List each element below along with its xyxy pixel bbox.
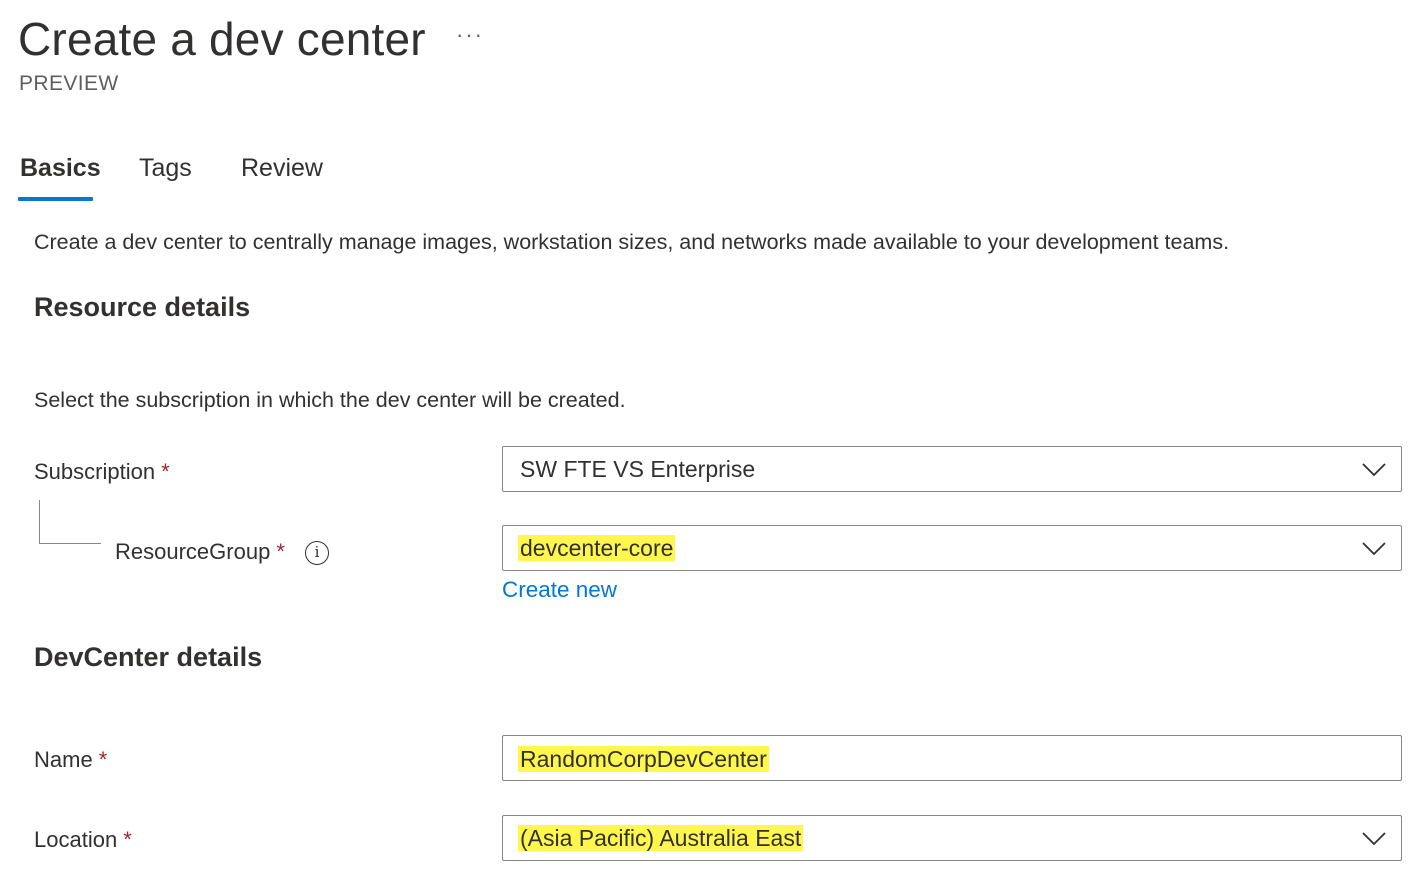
location-value-text: (Asia Pacific) Australia East [518, 825, 804, 851]
subscription-value: SW FTE VS Enterprise [520, 456, 756, 482]
required-asterisk: * [161, 459, 170, 484]
required-asterisk: * [123, 827, 132, 852]
resource-group-label: ResourceGroup * [115, 537, 285, 567]
subscription-label: Subscription * [34, 457, 170, 487]
location-label-text: Location [34, 827, 118, 852]
name-value: RandomCorpDevCenter [518, 743, 769, 775]
location-dropdown[interactable]: (Asia Pacific) Australia East [502, 815, 1402, 861]
subscription-label-text: Subscription [34, 459, 156, 484]
location-value: (Asia Pacific) Australia East [518, 822, 804, 854]
resource-details-heading: Resource details [34, 292, 251, 322]
devcenter-details-heading: DevCenter details [34, 642, 263, 672]
name-label: Name * [34, 745, 107, 775]
resource-group-value: devcenter-core [518, 532, 676, 564]
resource-group-value-text: devcenter-core [518, 535, 676, 561]
tab-review[interactable]: Review [241, 150, 323, 200]
chevron-down-icon [1362, 463, 1386, 477]
page-title: Create a dev center [18, 13, 426, 65]
tab-review-label: Review [241, 154, 323, 182]
location-label: Location * [34, 825, 132, 855]
name-input[interactable]: RandomCorpDevCenter [502, 735, 1402, 781]
chevron-down-icon [1362, 832, 1386, 846]
subscription-helper-text: Select the subscription in which the dev… [34, 388, 626, 412]
chevron-down-icon [1362, 542, 1386, 556]
tab-tags-label: Tags [139, 154, 192, 182]
hierarchy-connector [39, 500, 101, 544]
info-icon[interactable]: i [305, 541, 329, 565]
name-value-text: RandomCorpDevCenter [518, 746, 769, 772]
tab-basics[interactable]: Basics [20, 150, 101, 200]
page-subtitle: PREVIEW [19, 72, 119, 95]
required-asterisk: * [276, 539, 285, 564]
resource-group-dropdown[interactable]: devcenter-core [502, 525, 1402, 571]
more-options-icon[interactable]: ··· [456, 20, 484, 50]
resource-group-label-text: ResourceGroup [115, 539, 271, 564]
required-asterisk: * [98, 747, 108, 772]
name-label-text: Name [34, 747, 93, 772]
subscription-dropdown[interactable]: SW FTE VS Enterprise [502, 446, 1402, 492]
create-new-resource-group-link[interactable]: Create new [502, 575, 617, 605]
intro-text: Create a dev center to centrally manage … [34, 230, 1230, 254]
active-tab-indicator [18, 197, 93, 201]
tab-tags[interactable]: Tags [139, 150, 192, 200]
tab-basics-label: Basics [20, 154, 101, 182]
